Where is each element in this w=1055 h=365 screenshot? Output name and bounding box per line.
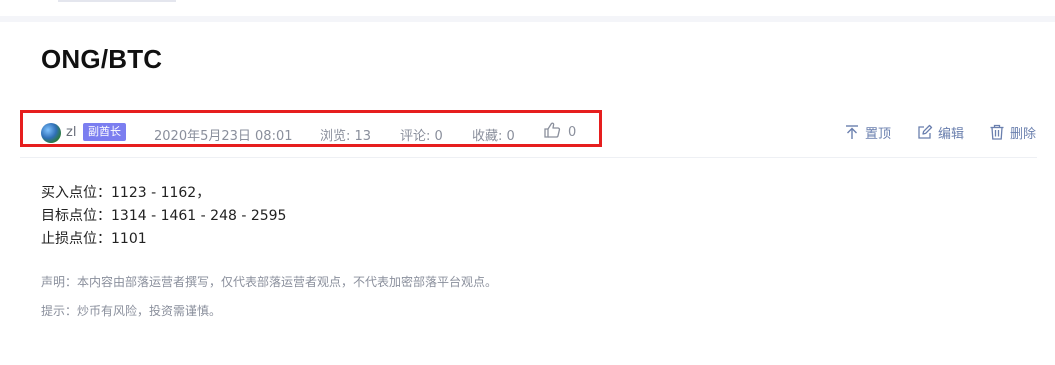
top-nav-tab[interactable]: [58, 0, 176, 2]
delete-label: 删除: [1010, 126, 1037, 142]
pin-button[interactable]: 置顶: [844, 123, 892, 142]
comment-count: 评论: 0: [400, 129, 443, 144]
edit-button[interactable]: 编辑: [917, 123, 965, 142]
avatar[interactable]: [41, 123, 61, 143]
view-count: 浏览: 13: [320, 129, 372, 144]
edit-label: 编辑: [938, 126, 965, 142]
thumbs-up-icon[interactable]: [543, 121, 561, 139]
like-count: 0: [568, 125, 577, 140]
top-nav-strip: [0, 0, 1055, 16]
buy-range-line: 买入点位：1123 - 1162，: [41, 185, 211, 201]
favorite-count: 收藏: 0: [472, 129, 515, 144]
delete-button[interactable]: 删除: [989, 123, 1037, 142]
pin-top-icon: [846, 125, 858, 139]
meta-divider: [20, 157, 1037, 158]
stop-loss-line: 止损点位：1101: [41, 231, 147, 247]
post-title: ONG/BTC: [41, 44, 163, 74]
trash-icon: [990, 124, 1004, 140]
risk-tip-text: 提示：炒币有风险，投资需谨慎。: [41, 304, 222, 318]
target-range-line: 目标点位：1314 - 1461 - 248 - 2595: [41, 208, 287, 224]
role-badge: 副酋长: [83, 123, 126, 141]
edit-icon: [918, 124, 933, 139]
post-datetime: 2020年5月23日 08:01: [154, 129, 293, 144]
pin-label: 置顶: [865, 126, 892, 142]
author-name[interactable]: zl: [66, 125, 76, 140]
disclaimer-text: 声明：本内容由部落运营者撰写，仅代表部落运营者观点，不代表加密部落平台观点。: [41, 275, 498, 289]
